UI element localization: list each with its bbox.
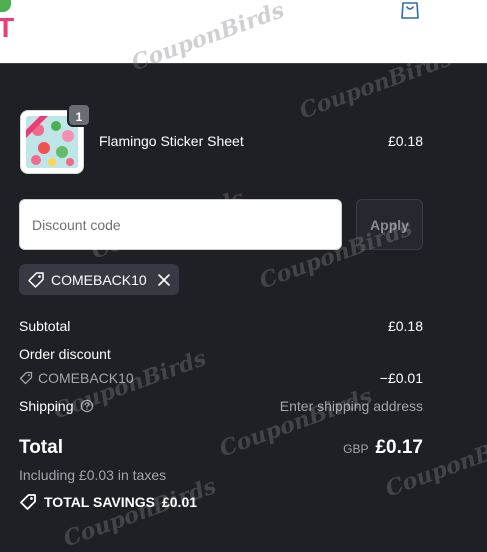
applied-code-label: COMEBACK10 — [51, 271, 147, 288]
savings-label: TOTAL SAVINGS — [44, 494, 155, 510]
tag-icon — [28, 271, 44, 288]
shipping-label: Shipping — [19, 398, 74, 414]
quantity-badge: 1 — [67, 103, 91, 127]
watermark: CouponBirds — [382, 423, 487, 503]
logo-mark — [0, 0, 11, 12]
discount-code-input[interactable] — [19, 199, 342, 250]
order-discount-label: Order discount — [19, 346, 111, 362]
help-icon[interactable] — [80, 399, 94, 413]
shipping-value: Enter shipping address — [279, 398, 423, 414]
apply-discount-button[interactable]: Apply — [356, 199, 423, 250]
tag-icon — [20, 494, 36, 510]
store-logo[interactable]: T — [0, 0, 14, 44]
product-name: Flamingo Sticker Sheet — [99, 133, 244, 149]
savings-value: £0.01 — [161, 494, 198, 510]
logo-letter: T — [0, 12, 15, 43]
subtotal-value: £0.18 — [387, 318, 423, 334]
tag-icon — [19, 371, 33, 385]
total-savings: TOTAL SAVINGS £0.01 — [19, 493, 197, 511]
total-currency: GBP — [343, 442, 369, 456]
total-value: £0.17 — [375, 437, 423, 458]
watermark: CouponBirds — [60, 473, 220, 552]
subtotal-label: Subtotal — [19, 318, 71, 334]
cart-icon[interactable] — [398, 0, 422, 20]
total-label: Total — [19, 437, 63, 458]
applied-discount-chip: COMEBACK10 — [19, 264, 179, 295]
discount-code-text: COMEBACK10 — [38, 370, 134, 386]
shipping-row: Shipping — [19, 398, 94, 414]
remove-code-close-icon[interactable] — [157, 273, 171, 287]
tax-note: Including £0.03 in taxes — [19, 467, 167, 483]
discount-value: −£0.01 — [379, 370, 423, 386]
discount-code-line: COMEBACK10 — [19, 370, 134, 386]
total-amount-group: GBP £0.17 — [343, 437, 423, 459]
product-price: £0.18 — [387, 133, 423, 149]
store-header: T — [0, 0, 487, 64]
